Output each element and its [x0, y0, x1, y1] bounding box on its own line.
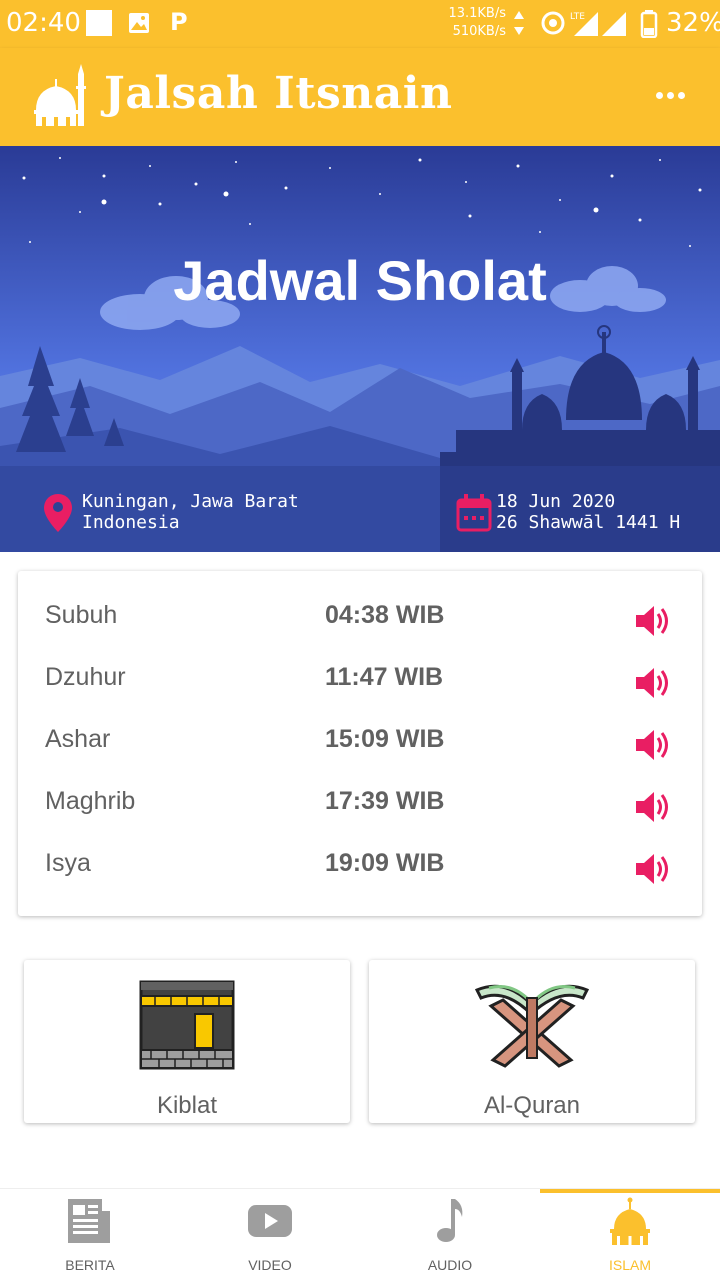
prayer-row-maghrib: Maghrib 17:39 WIB: [18, 757, 702, 822]
location-city: Kuningan, Jawa Barat: [82, 491, 299, 512]
nav-berita[interactable]: BERITA: [0, 1189, 180, 1280]
prayer-time: 17:39 WIB: [325, 787, 445, 815]
newspaper-icon: [68, 1199, 110, 1243]
nav-label: ISLAM: [608, 1257, 651, 1273]
overflow-menu-icon[interactable]: [656, 86, 696, 106]
location-text: Kuningan, Jawa Barat Indonesia: [82, 491, 299, 533]
speed-down: 510KB/s: [452, 24, 506, 39]
prayer-name: Isya: [45, 849, 91, 877]
prayer-name: Dzuhur: [45, 663, 126, 691]
prayer-name: Maghrib: [45, 787, 136, 815]
banner-title: Jadwal Sholat: [173, 249, 547, 312]
prayer-time: 19:09 WIB: [325, 849, 445, 877]
prayer-row-ashar: Ashar 15:09 WIB: [18, 695, 702, 760]
gregorian-date: 18 Jun 2020: [496, 491, 616, 512]
svg-text:LTE: LTE: [570, 12, 585, 22]
prayer-name: Subuh: [45, 601, 118, 629]
prayer-row-isya: Isya 19:09 WIB: [18, 819, 702, 884]
calendar-icon: [456, 494, 492, 532]
kaaba-icon: [139, 980, 235, 1070]
prayer-time: 11:47 WIB: [325, 663, 444, 691]
network-speed: 13.1KB/s 510KB/s: [440, 5, 506, 41]
battery-icon: [640, 10, 658, 38]
nav-video[interactable]: VIDEO: [180, 1189, 360, 1280]
quran-card[interactable]: Al-Quran: [369, 960, 695, 1123]
nav-label: AUDIO: [427, 1257, 473, 1273]
image-notification-icon: [129, 13, 149, 33]
quran-label: Al-Quran: [483, 1092, 581, 1119]
nav-audio[interactable]: AUDIO: [360, 1189, 540, 1280]
signal-icons: LTE: [541, 11, 626, 36]
kiblat-card[interactable]: Kiblat: [24, 960, 350, 1123]
prayer-time: 04:38 WIB: [325, 601, 445, 629]
notification-square-icon: [86, 10, 112, 36]
location-country: Indonesia: [82, 512, 180, 533]
hijri-date: 26 Shawwāl 1441 H: [496, 512, 681, 533]
bottom-navigation: BERITA VIDEO AUDIO ISLAM: [0, 1188, 720, 1280]
youtube-icon: [248, 1205, 292, 1237]
nav-islam[interactable]: ISLAM: [540, 1189, 720, 1280]
nav-label: BERITA: [65, 1257, 115, 1273]
status-time: 02:40: [6, 8, 81, 38]
music-note-icon: [437, 1199, 463, 1242]
status-bar: 02:40 P 13.1KB/s 510KB/s LTE 32%: [0, 0, 720, 48]
prayer-times-card: Subuh 04:38 WIB Dzuhur 11:47 WIB Ashar 1…: [18, 571, 702, 916]
prayer-name: Ashar: [45, 725, 111, 753]
battery-percent: 32%: [666, 8, 720, 38]
date-text: 18 Jun 2020 26 Shawwāl 1441 H: [496, 491, 680, 533]
location-pin-icon: [44, 494, 72, 532]
nav-label: VIDEO: [248, 1257, 292, 1273]
mosque-icon: [610, 1197, 650, 1245]
quran-stand-icon: [474, 984, 590, 1068]
app-bar: Jalsah Itsnain: [0, 48, 720, 146]
prayer-schedule-banner: Jadwal Sholat Kuningan, Jawa Barat Indon…: [0, 146, 720, 552]
prayer-row-subuh: Subuh 04:38 WIB: [18, 571, 702, 636]
prayer-row-dzuhur: Dzuhur 11:47 WIB: [18, 633, 702, 698]
speaker-icon[interactable]: [634, 849, 674, 889]
mosque-logo-icon: [34, 64, 86, 126]
speed-up: 13.1KB/s: [448, 6, 506, 21]
app-title: Jalsah Itsnain: [104, 68, 453, 119]
prayer-time: 15:09 WIB: [325, 725, 445, 753]
data-arrows-icon: [514, 11, 524, 35]
p-notification-icon: P: [170, 8, 188, 36]
kiblat-label: Kiblat: [156, 1092, 218, 1119]
